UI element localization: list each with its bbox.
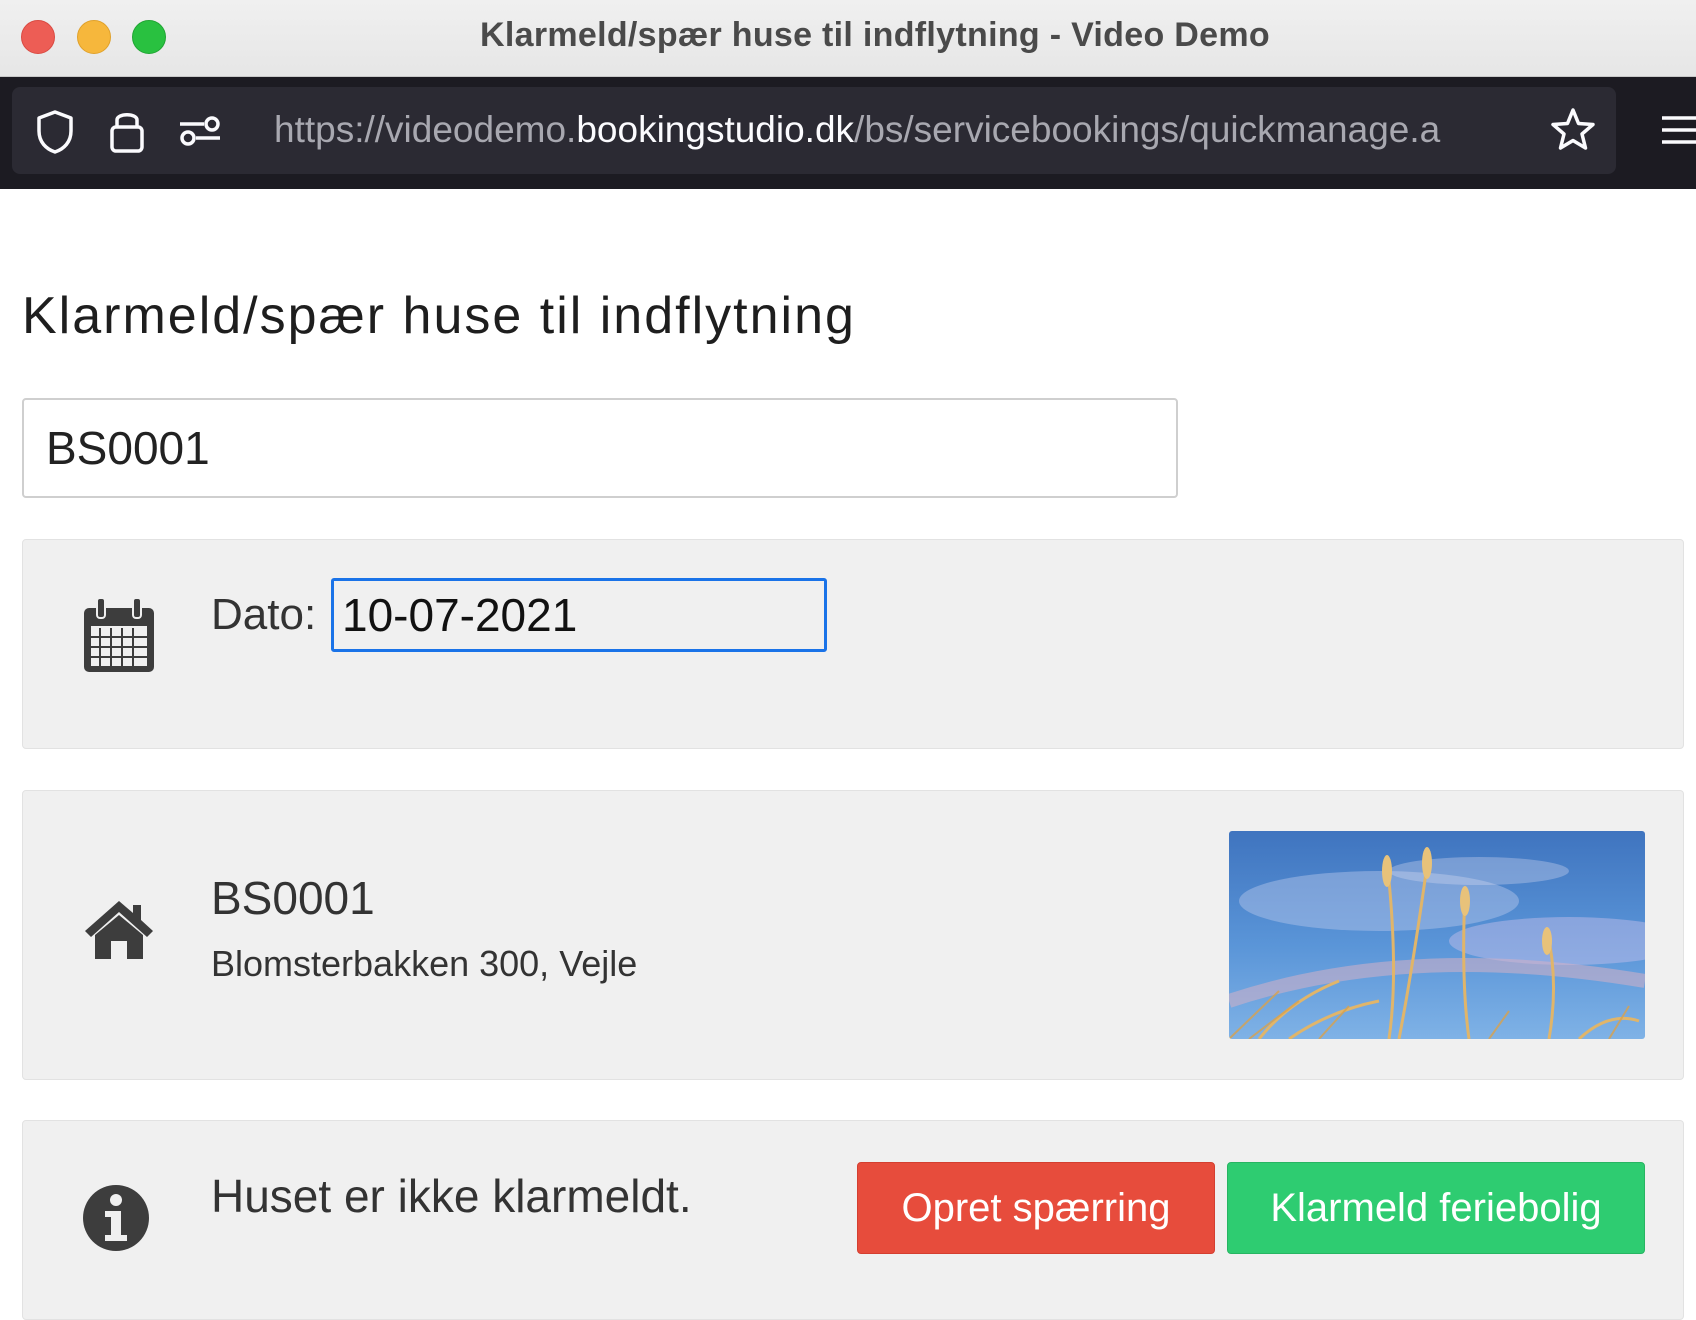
info-icon <box>81 1183 151 1258</box>
create-block-button[interactable]: Opret spærring <box>857 1162 1215 1254</box>
lock-icon[interactable] <box>108 107 146 160</box>
house-photo[interactable] <box>1229 831 1645 1039</box>
status-text: Huset er ikke klarmeldt. <box>211 1170 692 1222</box>
house-address: Blomsterbakken 300, Vejle <box>211 943 638 984</box>
url-host: bookingstudio.dk <box>576 109 855 150</box>
shield-icon[interactable] <box>34 109 76 160</box>
url-text[interactable]: https://videodemo.bookingstudio.dk/bs/se… <box>274 109 1554 151</box>
url-prefix: https://videodemo. <box>274 109 577 150</box>
home-icon <box>81 897 157 966</box>
status-panel: Huset er ikke klarmeldt. Opret spærring … <box>22 1120 1684 1320</box>
window-titlebar: Klarmeld/spær huse til indflytning - Vid… <box>0 0 1696 77</box>
date-label: Dato: <box>211 590 317 639</box>
url-path: /bs/servicebookings/quickmanage.a <box>854 109 1441 150</box>
house-search-input[interactable] <box>22 398 1178 498</box>
window-title: Klarmeld/spær huse til indflytning - Vid… <box>480 16 1270 54</box>
menu-icon[interactable] <box>1660 112 1696 153</box>
calendar-icon <box>81 596 157 681</box>
mark-ready-button[interactable]: Klarmeld feriebolig <box>1227 1162 1645 1254</box>
house-panel: BS0001 Blomsterbakken 300, Vejle <box>22 790 1684 1080</box>
date-panel: Dato: <box>22 539 1684 749</box>
house-name: BS0001 <box>211 872 375 924</box>
page-title: Klarmeld/spær huse til indflytning <box>22 287 856 345</box>
permissions-icon[interactable] <box>178 115 222 152</box>
address-bar[interactable]: https://videodemo.bookingstudio.dk/bs/se… <box>12 87 1616 174</box>
star-icon[interactable] <box>1548 105 1598 160</box>
browser-toolbar: https://videodemo.bookingstudio.dk/bs/se… <box>0 77 1696 189</box>
date-input[interactable] <box>331 578 827 652</box>
